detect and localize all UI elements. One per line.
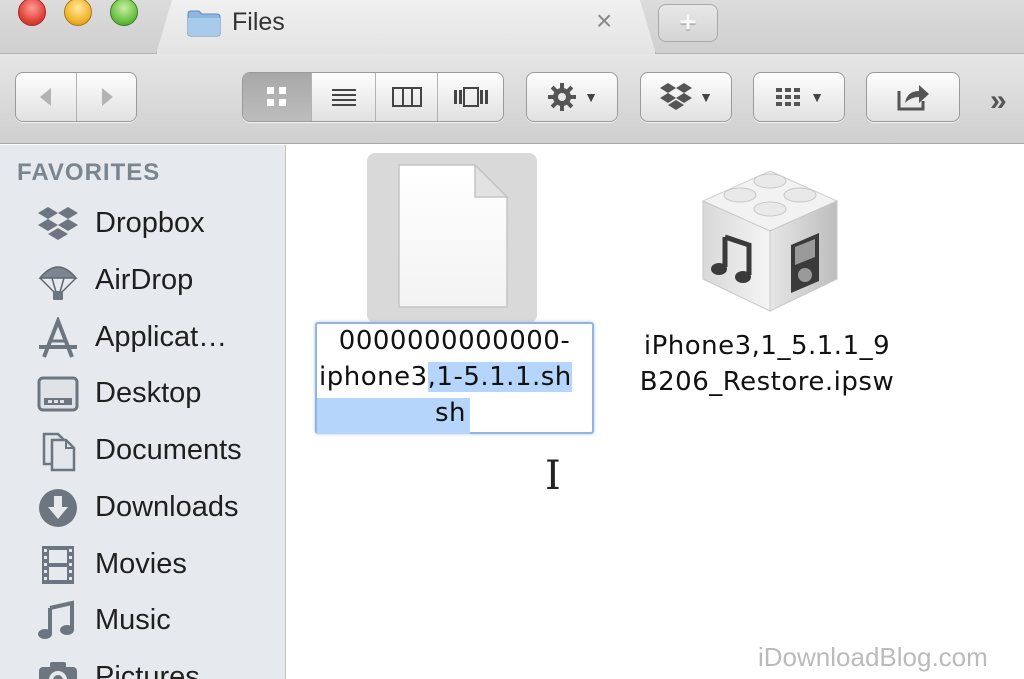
filename-rename-field[interactable]: 0000000000000- iphone3,1-5.1.1.sh sh	[315, 322, 594, 434]
sidebar-item-label: Downloads	[95, 491, 239, 523]
filename-line: sh	[317, 398, 592, 434]
dropbox-icon	[660, 83, 693, 110]
sidebar-item-movies[interactable]: Movies	[0, 540, 285, 590]
list-view-icon	[331, 89, 356, 106]
forward-button[interactable]	[76, 73, 136, 121]
filename-line: iphone3,1-5.1.1.sh	[319, 362, 594, 398]
chevron-left-icon	[40, 88, 51, 106]
sidebar-item-label: Music	[95, 604, 171, 636]
sidebar-item-label: AirDrop	[95, 264, 194, 296]
pictures-icon	[39, 662, 77, 679]
view-mode-control	[242, 72, 504, 122]
column-view-button[interactable]	[375, 73, 437, 121]
dropbox-icon	[38, 207, 78, 240]
downloads-icon	[39, 489, 77, 527]
dropbox-menu-button[interactable]: ▼	[640, 72, 732, 122]
column-view-icon	[391, 87, 422, 107]
folder-icon	[187, 10, 221, 37]
filename-text: iphone3	[319, 362, 428, 392]
chevron-down-icon: ▼	[699, 89, 713, 105]
toolbar-overflow-icon[interactable]: »	[990, 84, 1007, 118]
toolbar: ▼ ▼ ▼ »	[0, 54, 1024, 144]
filename-label: iPhone3,1_5.1.1_9 B206_Restore.ipsw	[617, 328, 917, 400]
file-browser-content: 0000000000000- iphone3,1-5.1.1.sh sh iPh…	[287, 145, 1024, 679]
sidebar-item-label: Documents	[95, 434, 242, 466]
sidebar: FAVORITES Dropbox AirDrop Applicat… Desk…	[0, 145, 286, 679]
sidebar-item-applications[interactable]: Applicat…	[0, 313, 285, 363]
sidebar-item-label: Desktop	[95, 377, 202, 409]
zoom-window-button[interactable]	[110, 0, 138, 26]
tab-title: Files	[232, 8, 285, 36]
filename-selected-text: sh	[317, 398, 470, 434]
gear-icon	[548, 83, 577, 111]
filename-line: 0000000000000-	[338, 326, 571, 356]
share-button[interactable]	[866, 72, 960, 122]
cover-flow-view-icon	[453, 87, 488, 107]
action-menu-button[interactable]: ▼	[526, 72, 618, 122]
title-bar: Files × +	[0, 0, 1024, 54]
back-forward-control	[15, 72, 137, 122]
sidebar-item-pictures[interactable]: Pictures	[0, 653, 285, 679]
sidebar-item-label: Pictures	[95, 661, 200, 679]
tab-close-icon[interactable]: ×	[596, 6, 612, 36]
music-icon	[38, 600, 74, 639]
sidebar-item-music[interactable]: Music	[0, 596, 285, 646]
arrange-menu-button[interactable]: ▼	[753, 72, 845, 122]
share-icon	[897, 85, 929, 111]
sidebar-item-desktop[interactable]: Desktop	[0, 369, 285, 419]
filename-selected-text: ,1-5.1.1.sh	[427, 362, 572, 392]
chevron-down-icon: ▼	[584, 89, 598, 105]
ipsw-firmware-icon	[701, 170, 839, 312]
icon-view-icon	[267, 87, 286, 106]
cover-flow-view-button[interactable]	[437, 73, 503, 121]
close-window-button[interactable]	[18, 0, 46, 26]
list-view-button[interactable]	[311, 73, 375, 121]
minimize-window-button[interactable]	[64, 0, 92, 26]
arrange-grid-icon	[776, 88, 801, 106]
new-tab-button[interactable]: +	[658, 4, 718, 42]
filename-line: iPhone3,1_5.1.1_9	[643, 331, 891, 361]
tab-files[interactable]	[156, 0, 656, 54]
back-button[interactable]	[16, 73, 76, 121]
movies-icon	[42, 546, 74, 584]
airdrop-icon	[38, 266, 78, 300]
documents-icon	[42, 432, 76, 472]
sidebar-item-label: Movies	[95, 548, 187, 580]
sidebar-item-downloads[interactable]: Downloads	[0, 483, 285, 533]
blank-document-icon	[398, 163, 509, 308]
chevron-right-icon	[101, 88, 113, 106]
sidebar-item-label: Dropbox	[95, 207, 205, 239]
sidebar-heading: FAVORITES	[17, 159, 161, 186]
sidebar-item-documents[interactable]: Documents	[0, 426, 285, 476]
sidebar-item-airdrop[interactable]: AirDrop	[0, 256, 285, 306]
sidebar-item-dropbox[interactable]: Dropbox	[0, 199, 285, 249]
applications-icon	[39, 317, 77, 358]
ibeam-cursor-icon: I	[545, 453, 561, 499]
chevron-down-icon: ▼	[810, 89, 824, 105]
watermark: iDownloadBlog.com	[758, 642, 988, 672]
icon-view-button[interactable]	[243, 73, 311, 121]
sidebar-item-label: Applicat…	[95, 321, 228, 353]
filename-line: B206_Restore.ipsw	[639, 367, 895, 397]
desktop-icon	[37, 376, 79, 412]
